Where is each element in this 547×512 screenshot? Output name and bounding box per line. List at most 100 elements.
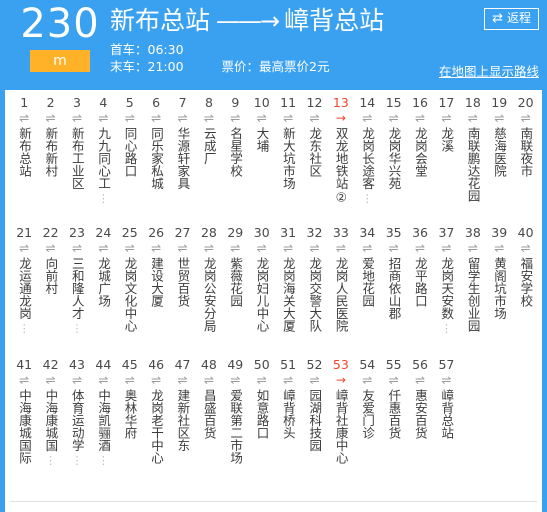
station-item[interactable]: 32 ⇌ 龙岗交警大队	[301, 226, 327, 336]
station-item[interactable]: 51 ⇌ 嶂背桥头	[275, 358, 301, 443]
station-name: 爱地花园	[360, 257, 376, 307]
transfer-arrows-icon: ⇌	[335, 241, 346, 255]
station-row: 1 ⇌ 新布总站 2 ⇌ 新布新村 3 ⇌ 新布工业区 4 ⇌ 九九同心工 ⋮ 5 ⇌ 同心路口 6 ⇌ 同乐家私城…	[5, 90, 542, 220]
transfer-arrows-icon: ⇌	[177, 241, 188, 255]
return-direction-button[interactable]: ⇄ 返程	[484, 8, 539, 30]
station-item[interactable]: 37 ⇌ 龙岗天安数 ⋮	[433, 226, 459, 334]
transfer-arrows-icon: ⇌	[309, 241, 320, 255]
station-name: 仟惠百货	[386, 389, 402, 439]
station-item[interactable]: 11 ⇌ 新大坑市场	[275, 96, 301, 194]
station-item[interactable]: 46 ⇌ 龙岗老干中心	[143, 358, 169, 468]
route-origin: 新布总站	[110, 6, 211, 35]
station-item[interactable]: 21 ⇌ 龙运通龙岗 ⋮	[11, 226, 37, 334]
station-item[interactable]: 43 ⇌ 体育运动学 ⋮	[64, 358, 90, 466]
station-item[interactable]: 20 ⇌ 南联夜市	[512, 96, 538, 181]
station-name: 龙岗长途客	[360, 127, 376, 190]
station-name-truncated-mark: ⋮	[97, 191, 109, 205]
station-item[interactable]: 41 ⇌ 中海康城国际	[11, 358, 37, 468]
transfer-arrows-icon: ⇌	[124, 241, 135, 255]
station-item[interactable]: 42 ⇌ 中海康城国 ⋮	[37, 357, 63, 466]
transfer-arrows-icon: ⇌	[441, 241, 452, 255]
station-number: 40	[517, 225, 534, 240]
station-item[interactable]: 31 ⇌ 龙岗海关大厦	[275, 226, 301, 336]
station-item[interactable]: 28 ⇌ 龙岗公安分局	[196, 226, 222, 336]
station-item[interactable]: 38 ⇌ 留学生创业园	[460, 226, 486, 336]
station-name: 慈海医院	[492, 127, 508, 177]
station-item[interactable]: 9 ⇌ 名星学校	[222, 96, 248, 181]
station-row: 21 ⇌ 龙运通龙岗 ⋮ 22 ⇌ 向前村 23 ⇌ 三和隆人才 ⋮ 24 ⇌ 龙城广场 25 ⇌ 龙岗文化中心…	[5, 220, 542, 352]
station-item[interactable]: 24 ⇌ 龙城广场	[90, 226, 116, 311]
station-item[interactable]: 13 → 双龙地铁站②	[328, 96, 354, 209]
station-item[interactable]: 23 ⇌ 三和隆人才 ⋮	[64, 226, 90, 334]
station-number: 54	[359, 357, 376, 372]
station-item[interactable]: 54 ⇌ 友爱门诊	[354, 358, 380, 443]
station-number: 5	[125, 95, 134, 110]
station-number: 33	[332, 225, 349, 240]
transfer-arrows-icon: ⇌	[415, 373, 426, 387]
station-item[interactable]: 26 ⇌ 建设大厦	[143, 226, 169, 311]
station-item[interactable]: 45 ⇌ 奥林华府	[117, 358, 143, 443]
transfer-arrows-icon: ⇌	[124, 111, 135, 125]
transfer-arrows-icon: ⇌	[98, 373, 109, 387]
station-item[interactable]: 10 ⇌ 大埔	[249, 96, 275, 156]
station-item[interactable]: 1 ⇌ 新布总站	[11, 96, 37, 181]
station-item[interactable]: 15 ⇌ 龙岗华兴苑	[380, 96, 406, 194]
station-item[interactable]: 55 ⇌ 仟惠百货	[380, 358, 406, 443]
station-item[interactable]: 39 ⇌ 黄阁坑市场	[486, 226, 512, 324]
station-number: 48	[200, 357, 217, 372]
station-item[interactable]: 56 ⇌ 惠安百货	[407, 358, 433, 443]
station-item[interactable]: 14 ⇌ 龙岗长途客 ⋮	[354, 96, 380, 204]
transfer-arrows-icon: ⇌	[45, 111, 56, 125]
transfer-arrows-icon: ⇌	[441, 373, 452, 387]
station-name: 向前村	[43, 257, 59, 295]
station-item[interactable]: 29 ⇌ 紫薇花园	[222, 226, 248, 311]
station-item[interactable]: 53 → 嶂背社康中心	[328, 358, 354, 468]
station-item[interactable]: 27 ⇌ 世贸百货	[169, 226, 195, 311]
station-item[interactable]: 2 ⇌ 新布新村	[37, 96, 63, 181]
station-item[interactable]: 49 ⇌ 爱联第二市场	[222, 358, 248, 468]
station-item[interactable]: 12 ⇌ 龙东社区	[301, 96, 327, 181]
station-item[interactable]: 34 ⇌ 爱地花园	[354, 226, 380, 311]
station-item[interactable]: 57 ⇌ 嶂背总站	[433, 358, 459, 443]
transfer-arrows-icon: ⇌	[520, 111, 531, 125]
station-item[interactable]: 52 ⇌ 园湖科技园	[301, 358, 327, 456]
station-item[interactable]: 8 ⇌ 云成厂	[196, 96, 222, 169]
direction-arrow-icon: ——→	[216, 7, 280, 35]
transfer-arrows-icon: ⇌	[151, 111, 162, 125]
station-item[interactable]: 16 ⇌ 龙岗会堂	[407, 96, 433, 181]
station-number: 41	[16, 357, 33, 372]
station-item[interactable]: 19 ⇌ 慈海医院	[486, 96, 512, 181]
station-name: 龙平路口	[412, 257, 428, 307]
station-item[interactable]: 6 ⇌ 同乐家私城	[143, 96, 169, 194]
station-item[interactable]: 40 ⇌ 福安学校	[512, 226, 538, 311]
station-item[interactable]: 18 ⇌ 南联鹏达花园	[460, 96, 486, 206]
transfer-arrows-icon: ⇌	[177, 111, 188, 125]
station-item[interactable]: 48 ⇌ 昌盛百货	[196, 358, 222, 443]
station-number: 4	[99, 95, 108, 110]
station-item[interactable]: 50 ⇌ 如意路口	[249, 358, 275, 443]
station-item[interactable]: 17 ⇌ 龙溪	[433, 96, 459, 156]
station-number: 15	[385, 95, 402, 110]
station-item[interactable]: 36 ⇌ 龙平路口	[407, 226, 433, 311]
station-item[interactable]: 4 ⇌ 九九同心工 ⋮	[90, 95, 116, 205]
station-number: 42	[42, 357, 59, 372]
station-item[interactable]: 7 ⇌ 华源轩家具	[169, 96, 195, 194]
station-name: 大埔	[254, 127, 270, 152]
show-route-on-map-link[interactable]: 在地图上显示路线	[439, 61, 539, 80]
station-item[interactable]: 47 ⇌ 建新社区东	[169, 358, 195, 456]
station-item[interactable]: 35 ⇌ 招商依山郡	[380, 226, 406, 324]
station-name: 龙运通龙岗	[16, 257, 32, 320]
station-item[interactable]: 3 ⇌ 新布工业区	[64, 96, 90, 194]
station-name: 昌盛百货	[201, 389, 217, 439]
station-item[interactable]: 22 ⇌ 向前村	[37, 226, 63, 299]
station-number: 29	[227, 225, 244, 240]
station-item[interactable]: 25 ⇌ 龙岗文化中心	[117, 226, 143, 336]
station-name: 龙东社区	[307, 127, 323, 177]
route-direction-title: 新布总站 ——→ 嶂背总站	[110, 4, 537, 38]
last-bus-time: 末车：21:00	[110, 59, 184, 74]
station-item[interactable]: 44 ⇌ 中海凯骊酒 ⋮	[90, 358, 116, 466]
station-item[interactable]: 33 ⇌ 龙岗人民医院	[328, 226, 354, 336]
first-bus-row: 首车：06:30	[110, 41, 537, 58]
station-item[interactable]: 30 ⇌ 龙岗妇儿中心	[249, 226, 275, 336]
station-item[interactable]: 5 ⇌ 同心路口	[117, 96, 143, 181]
